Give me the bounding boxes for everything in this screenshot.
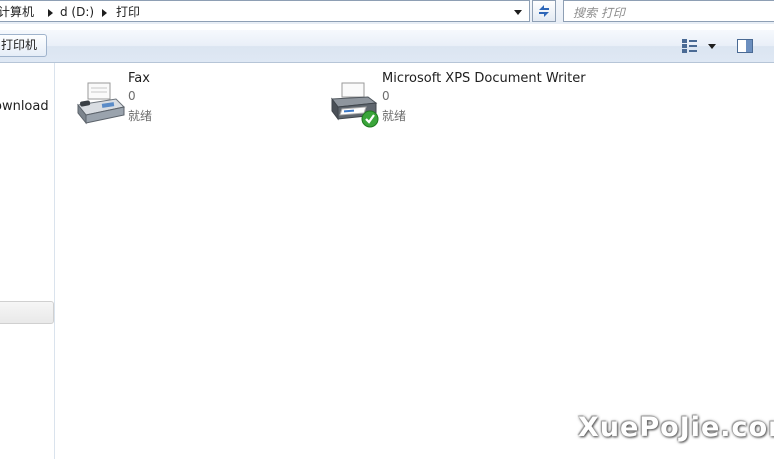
nav-item-download[interactable]: ownload: [0, 99, 49, 114]
search-input[interactable]: 搜索 打印: [563, 0, 774, 22]
navigation-pane[interactable]: ownload: [0, 63, 55, 459]
search-placeholder: 搜索 打印: [573, 6, 625, 20]
printers-content-area[interactable]: Fax 0 就绪 Microsoft XPS Document Writer 0…: [56, 63, 774, 459]
printer-tile-fax[interactable]: Fax 0 就绪: [76, 71, 336, 131]
breadcrumb-computer[interactable]: 计算机: [0, 4, 34, 20]
nav-item-selected[interactable]: [0, 301, 54, 324]
breadcrumb-chevron-icon[interactable]: [102, 9, 107, 17]
printer-tile-xps-writer[interactable]: Microsoft XPS Document Writer 0 就绪: [330, 71, 590, 131]
address-history-dropdown-icon[interactable]: [514, 10, 522, 15]
preview-pane-icon[interactable]: [737, 39, 753, 53]
printer-status: 就绪: [128, 109, 153, 123]
refresh-icon: [539, 5, 549, 17]
watermark-text: XuePoJie.com: [578, 412, 774, 443]
change-view-icon[interactable]: [682, 39, 698, 53]
address-bar[interactable]: 计算机 d (D:) 打印: [0, 0, 530, 22]
printer-jobs-count: 0: [128, 89, 136, 103]
fax-icon: [77, 82, 126, 125]
refresh-button[interactable]: [532, 0, 556, 22]
breadcrumb-drive-d[interactable]: d (D:): [60, 4, 94, 20]
breadcrumb-chevron-icon[interactable]: [48, 9, 53, 17]
printer-jobs-count: 0: [382, 89, 390, 103]
printer-name: Fax: [128, 71, 150, 86]
printer-name: Microsoft XPS Document Writer: [382, 71, 586, 86]
address-row: 计算机 d (D:) 打印 搜索 打印: [0, 0, 774, 24]
printer-status: 就绪: [382, 109, 407, 123]
command-bar: 打印机: [0, 30, 774, 63]
add-printer-button[interactable]: 打印机: [0, 34, 47, 57]
breadcrumb-print[interactable]: 打印: [116, 4, 140, 20]
printer-icon: [331, 82, 379, 128]
view-options-dropdown-icon[interactable]: [708, 44, 716, 49]
